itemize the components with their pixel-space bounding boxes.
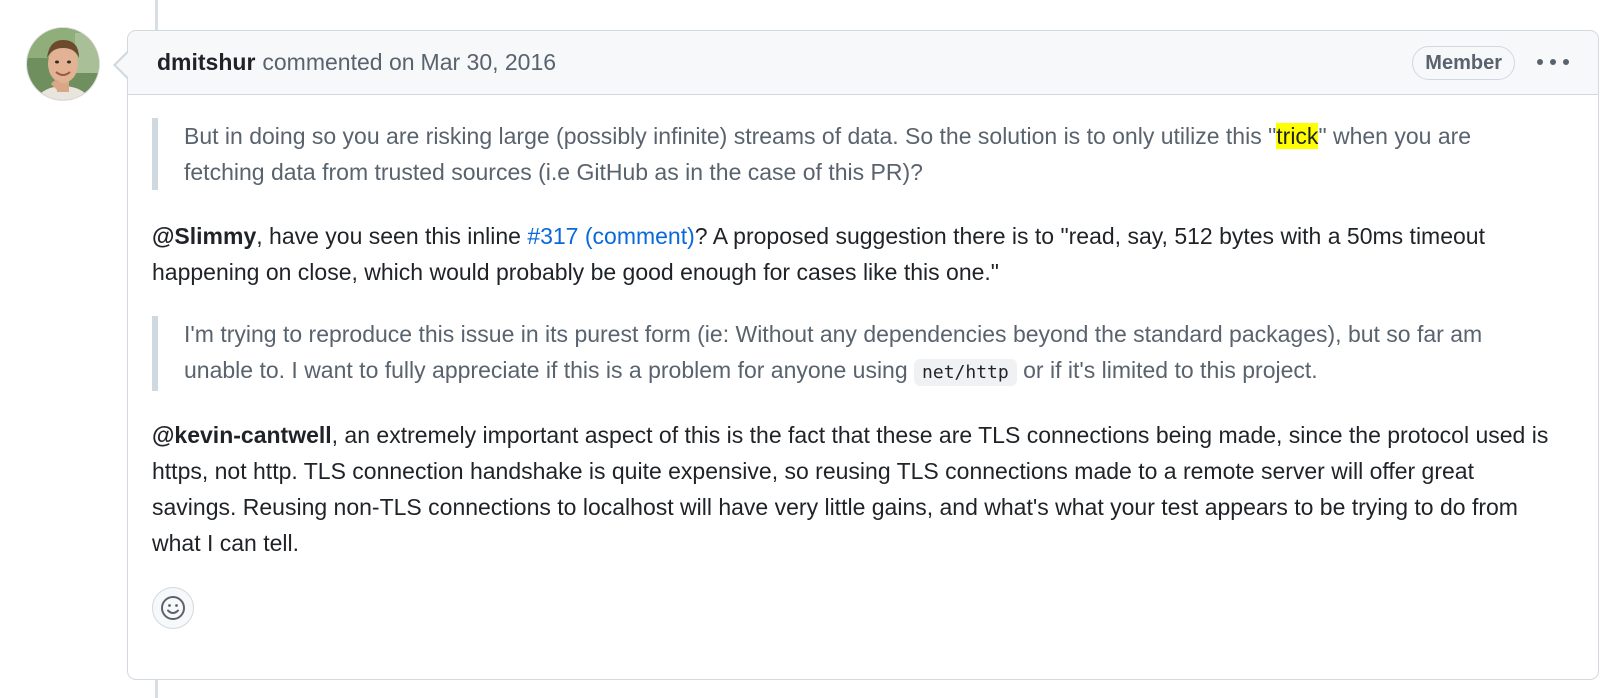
member-badge: Member (1412, 46, 1515, 80)
comment-author[interactable]: dmitshur (157, 49, 255, 76)
comment-action: commented on (262, 49, 415, 75)
paragraph-1: @Slimmy, have you seen this inline #317 … (152, 223, 1485, 285)
comment-date[interactable]: Mar 30, 2016 (421, 49, 557, 76)
inline-code: net/http (914, 359, 1017, 386)
kebab-horizontal-icon[interactable] (1537, 49, 1569, 75)
highlighted-text: trick (1276, 123, 1319, 149)
comment-card: dmitshur commented on Mar 30, 2016 Membe… (113, 30, 1599, 680)
timeline-line-top (155, 0, 158, 30)
paragraph-2: @kevin-cantwell, an extremely important … (152, 422, 1549, 556)
timeline-line-bottom (155, 680, 158, 698)
user-mention-kevin-cantwell[interactable]: @kevin-cantwell (152, 422, 332, 448)
blockquote-2: I'm trying to reproduce this issue in it… (152, 316, 1552, 391)
smiley-icon (161, 596, 185, 620)
author-avatar[interactable] (27, 28, 99, 100)
user-avatar-icon (27, 28, 99, 100)
comment-body: But in doing so you are risking large (p… (152, 118, 1552, 561)
issue-comment-link[interactable]: #317 (comment) (527, 223, 694, 249)
add-reaction-button[interactable] (152, 587, 194, 629)
blockquote-1: But in doing so you are risking large (p… (152, 118, 1552, 190)
user-mention-slimmy[interactable]: @Slimmy (152, 223, 256, 249)
comment-header: dmitshur commented on Mar 30, 2016 Membe… (113, 31, 1598, 95)
